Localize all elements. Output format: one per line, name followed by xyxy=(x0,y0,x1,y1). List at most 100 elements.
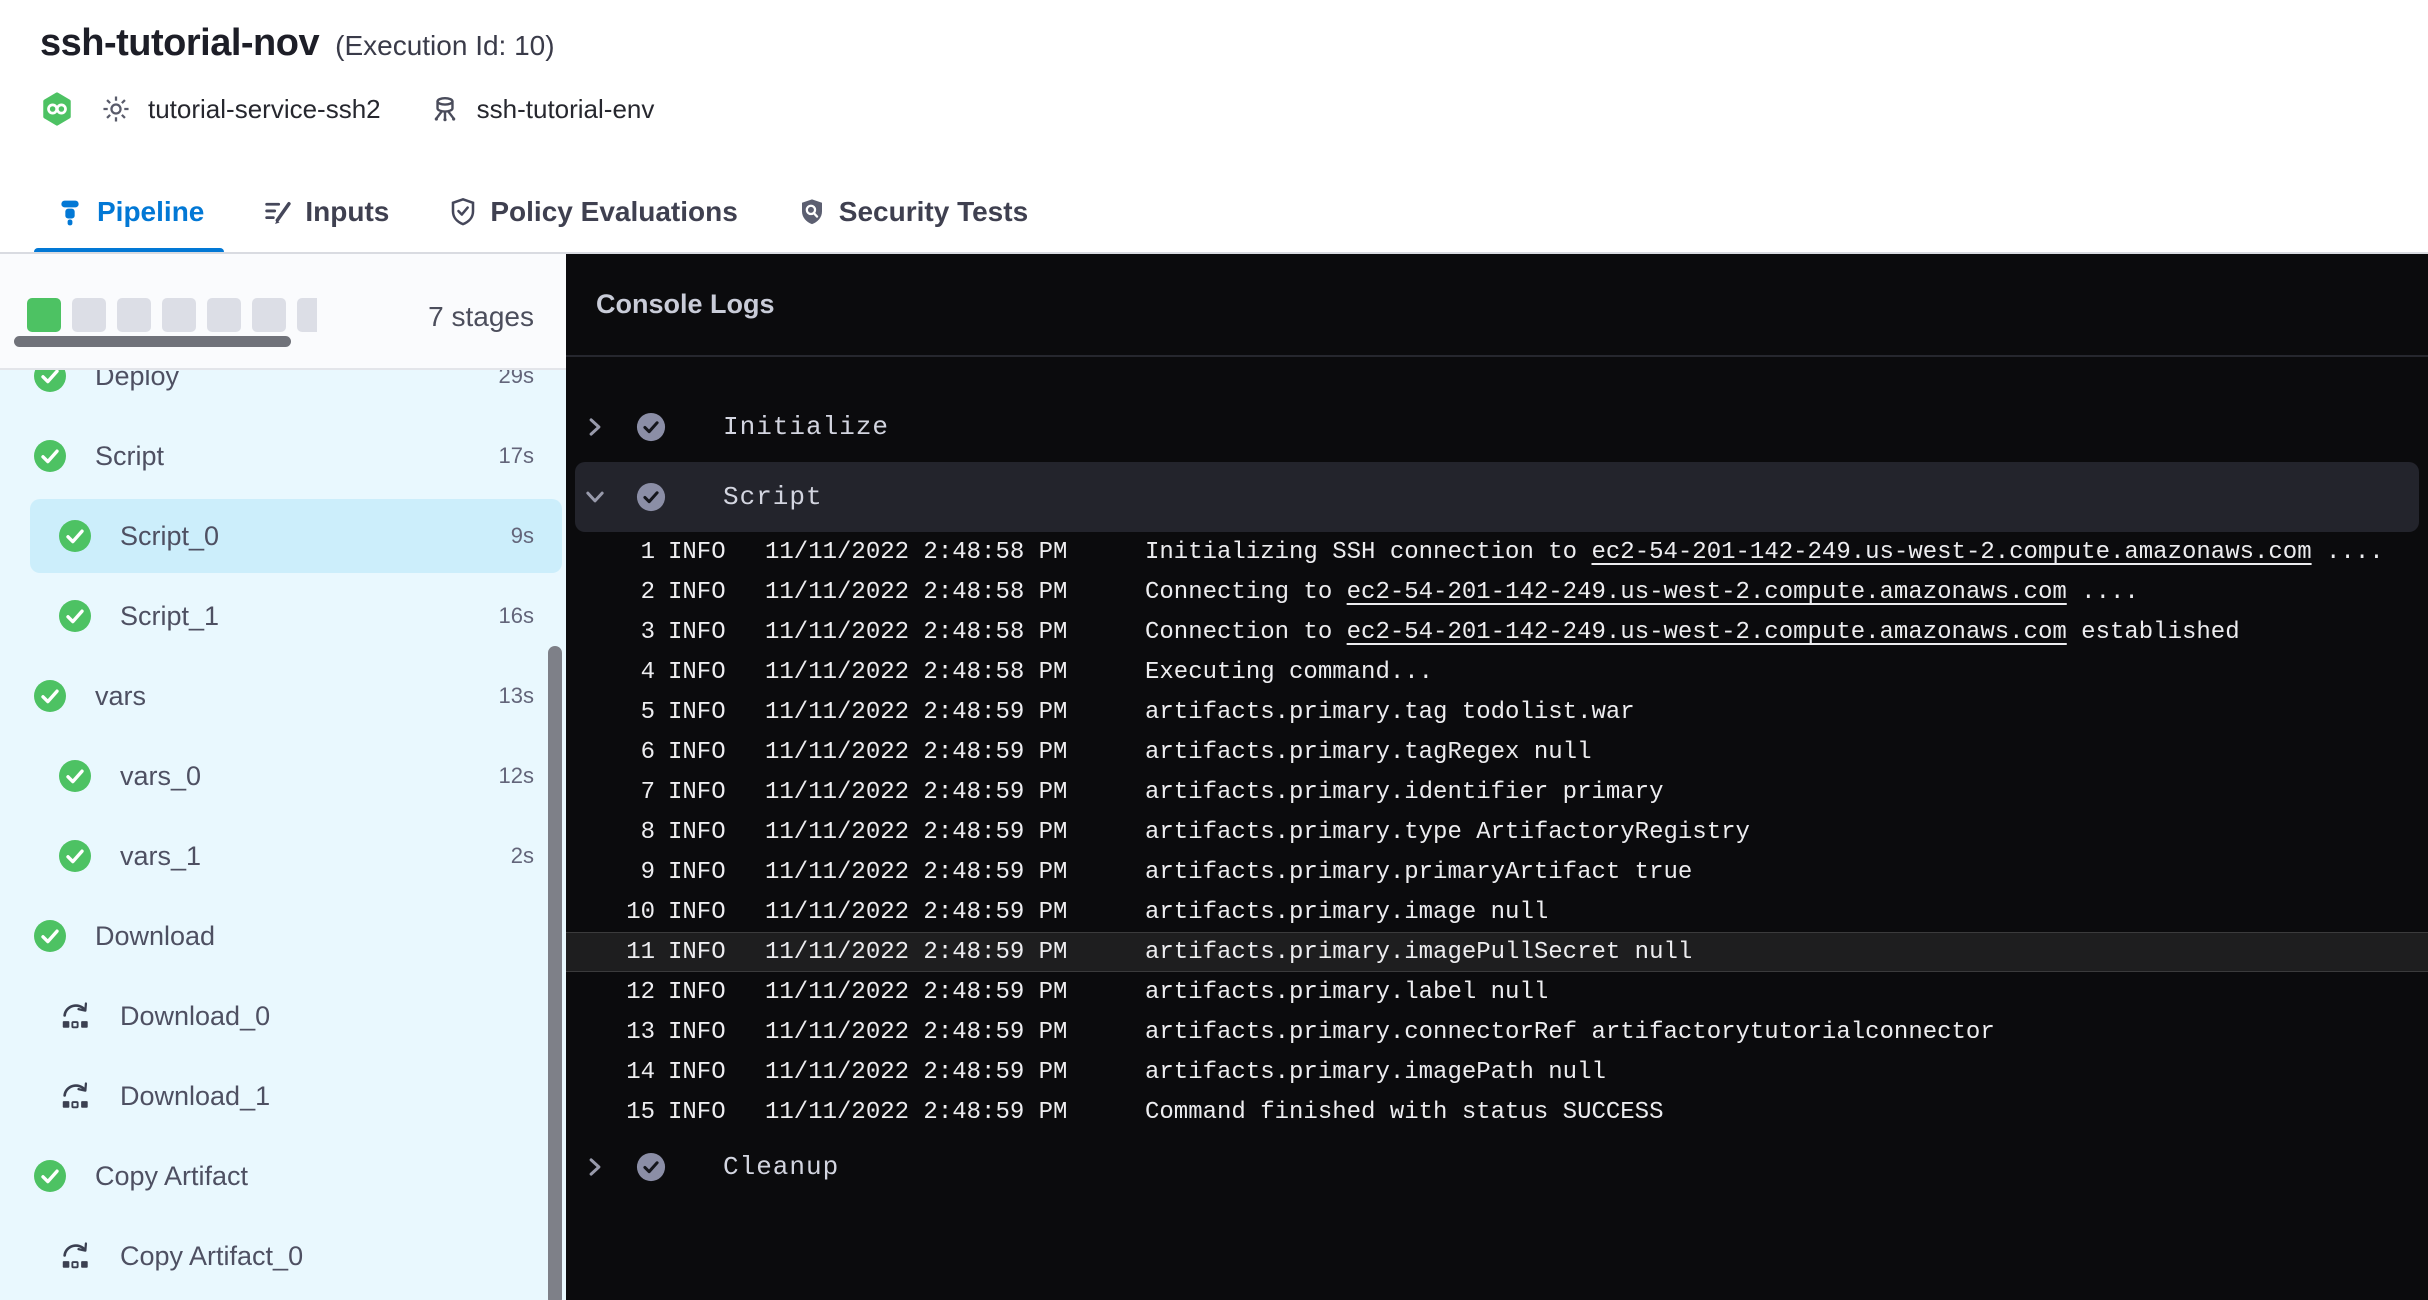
stage-progress-horizontal-scrollbar[interactable] xyxy=(14,336,291,347)
stage-duration: 13s xyxy=(499,683,534,709)
tab-security-tests[interactable]: Security Tests xyxy=(776,170,1048,253)
stage-retry-icon xyxy=(59,1240,91,1272)
tab-label: Inputs xyxy=(305,196,389,228)
log-host-link[interactable]: ec2-54-201-142-249.us-west-2.compute.ama… xyxy=(1347,579,2067,606)
stage-row[interactable]: Download_1 xyxy=(0,1056,566,1136)
log-section-cleanup[interactable]: Cleanup xyxy=(575,1132,2419,1202)
execution-header: ssh-tutorial-nov (Execution Id: 10) xyxy=(40,22,555,65)
log-row[interactable]: 3 INFO 11/11/2022 2:48:58 PM Connection … xyxy=(566,612,2428,652)
log-row[interactable]: 12 INFO 11/11/2022 2:48:59 PM artifacts.… xyxy=(566,972,2428,1012)
log-level: INFO xyxy=(668,659,765,686)
stage-list-vertical-scrollbar[interactable] xyxy=(548,646,562,1300)
log-row[interactable]: 2 INFO 11/11/2022 2:48:58 PM Connecting … xyxy=(566,572,2428,612)
stage-row[interactable]: vars_1 2s xyxy=(0,816,566,896)
log-timestamp: 11/11/2022 2:48:59 PM xyxy=(765,779,1145,806)
log-line-number: 5 xyxy=(566,699,655,726)
log-section-script[interactable]: Script xyxy=(575,462,2419,532)
log-host-link[interactable]: ec2-54-201-142-249.us-west-2.compute.ama… xyxy=(1591,539,2311,566)
stage-progress-square xyxy=(252,298,286,332)
log-level: INFO xyxy=(668,539,765,566)
log-message: artifacts.primary.label null xyxy=(1145,979,1548,1006)
log-line-number: 14 xyxy=(566,1059,655,1086)
log-message: artifacts.primary.tagRegex null xyxy=(1145,739,1591,766)
stage-success-icon xyxy=(59,840,91,872)
log-row[interactable]: 1 INFO 11/11/2022 2:48:58 PM Initializin… xyxy=(566,532,2428,572)
chevron-down-icon[interactable] xyxy=(582,484,608,510)
stage-row[interactable]: Script 17s xyxy=(0,416,566,496)
security-shield-icon xyxy=(796,196,828,228)
log-message: artifacts.primary.identifier primary xyxy=(1145,779,1663,806)
pipeline-icon xyxy=(54,196,86,228)
tab-inputs[interactable]: Inputs xyxy=(242,170,409,253)
stage-label: Download xyxy=(95,921,215,952)
log-row[interactable]: 14 INFO 11/11/2022 2:48:59 PM artifacts.… xyxy=(566,1052,2428,1092)
log-timestamp: 11/11/2022 2:48:58 PM xyxy=(765,579,1145,606)
stage-label: vars_1 xyxy=(120,841,201,872)
stage-row[interactable]: Script_1 16s xyxy=(0,576,566,656)
log-timestamp: 11/11/2022 2:48:59 PM xyxy=(765,699,1145,726)
stage-label: Download_1 xyxy=(120,1081,270,1112)
section-label: Cleanup xyxy=(723,1152,839,1182)
log-level: INFO xyxy=(668,979,765,1006)
service-name[interactable]: tutorial-service-ssh2 xyxy=(148,94,381,125)
stage-success-icon xyxy=(59,600,91,632)
log-timestamp: 11/11/2022 2:48:59 PM xyxy=(765,739,1145,766)
tab-policy-evaluations[interactable]: Policy Evaluations xyxy=(427,170,757,253)
console-title: Console Logs xyxy=(596,289,775,320)
chevron-right-icon[interactable] xyxy=(582,1154,608,1180)
stage-row[interactable]: Download xyxy=(0,896,566,976)
log-level: INFO xyxy=(668,1099,765,1126)
log-timestamp: 11/11/2022 2:48:58 PM xyxy=(765,539,1145,566)
log-lines: 1 INFO 11/11/2022 2:48:58 PM Initializin… xyxy=(566,532,2428,1132)
log-line-number: 10 xyxy=(566,899,655,926)
log-timestamp: 11/11/2022 2:48:59 PM xyxy=(765,1019,1145,1046)
tab-bar: Pipeline Inputs Policy Evaluations xyxy=(34,170,1048,253)
stage-row[interactable]: Deploy 29s xyxy=(0,370,566,416)
log-row[interactable]: 5 INFO 11/11/2022 2:48:59 PM artifacts.p… xyxy=(566,692,2428,732)
stage-label: vars_0 xyxy=(120,761,201,792)
tab-pipeline[interactable]: Pipeline xyxy=(34,170,224,253)
entity-row: tutorial-service-ssh2 ssh-tutorial-env xyxy=(40,90,654,128)
log-row[interactable]: 7 INFO 11/11/2022 2:48:59 PM artifacts.p… xyxy=(566,772,2428,812)
stages-summary-header: 7 stages xyxy=(0,254,566,370)
stage-row[interactable]: Download_0 xyxy=(0,976,566,1056)
console-panel: Console Logs Initialize Script xyxy=(566,254,2428,1300)
log-host-link[interactable]: ec2-54-201-142-249.us-west-2.compute.ama… xyxy=(1347,619,2067,646)
stage-duration: 17s xyxy=(499,443,534,469)
log-row[interactable]: 15 INFO 11/11/2022 2:48:59 PM Command fi… xyxy=(566,1092,2428,1132)
log-row[interactable]: 6 INFO 11/11/2022 2:48:59 PM artifacts.p… xyxy=(566,732,2428,772)
stage-label: Script_1 xyxy=(120,601,219,632)
log-section-initialize[interactable]: Initialize xyxy=(575,392,2419,462)
stage-row[interactable]: Copy Artifact xyxy=(0,1136,566,1216)
log-level: INFO xyxy=(668,1059,765,1086)
environment-name[interactable]: ssh-tutorial-env xyxy=(477,94,655,125)
stage-label: Copy Artifact_0 xyxy=(120,1241,303,1272)
stage-row[interactable]: vars 13s xyxy=(0,656,566,736)
stage-progress-square xyxy=(297,298,317,332)
log-line-number: 11 xyxy=(566,939,655,966)
log-line-number: 7 xyxy=(566,779,655,806)
log-line-number: 6 xyxy=(566,739,655,766)
log-line-number: 1 xyxy=(566,539,655,566)
stage-row[interactable]: vars_0 12s xyxy=(0,736,566,816)
environment-icon xyxy=(429,93,461,125)
log-line-number: 3 xyxy=(566,619,655,646)
pipeline-execution-page: ssh-tutorial-nov (Execution Id: 10) tuto… xyxy=(0,0,2428,1300)
log-row[interactable]: 10 INFO 11/11/2022 2:48:59 PM artifacts.… xyxy=(566,892,2428,932)
stage-duration: 29s xyxy=(499,370,534,389)
log-message: artifacts.primary.primaryArtifact true xyxy=(1145,859,1692,886)
log-message: artifacts.primary.type ArtifactoryRegist… xyxy=(1145,819,1750,846)
page-title: ssh-tutorial-nov xyxy=(40,22,319,65)
log-timestamp: 11/11/2022 2:48:59 PM xyxy=(765,859,1145,886)
chevron-right-icon[interactable] xyxy=(582,414,608,440)
log-row[interactable]: 11 INFO 11/11/2022 2:48:59 PM artifacts.… xyxy=(566,932,2428,972)
log-row[interactable]: 13 INFO 11/11/2022 2:48:59 PM artifacts.… xyxy=(566,1012,2428,1052)
log-row[interactable]: 8 INFO 11/11/2022 2:48:59 PM artifacts.p… xyxy=(566,812,2428,852)
log-row[interactable]: 9 INFO 11/11/2022 2:48:59 PM artifacts.p… xyxy=(566,852,2428,892)
stage-row[interactable]: Copy Artifact_0 xyxy=(0,1216,566,1296)
log-row[interactable]: 4 INFO 11/11/2022 2:48:58 PM Executing c… xyxy=(566,652,2428,692)
stage-duration: 16s xyxy=(499,603,534,629)
log-line-number: 8 xyxy=(566,819,655,846)
log-level: INFO xyxy=(668,819,765,846)
stage-row[interactable]: Script_0 9s xyxy=(0,496,566,576)
